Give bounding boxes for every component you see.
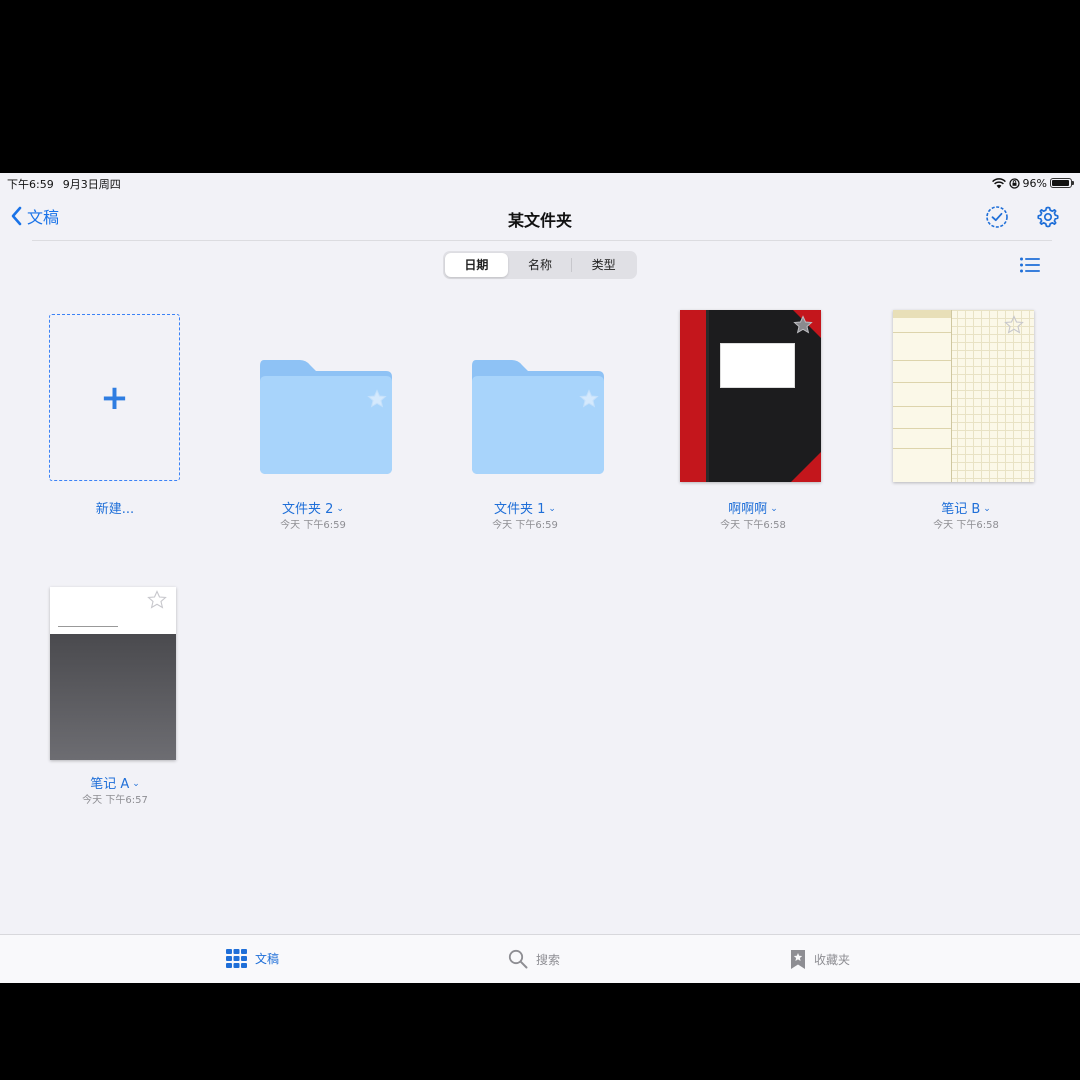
- star-icon[interactable]: [147, 590, 167, 610]
- status-bar-left: 下午6:59 9月3日周四: [7, 176, 121, 192]
- item-date: 今天 下午6:59: [280, 520, 346, 531]
- search-icon: [508, 949, 528, 969]
- item-date: 今天 下午6:58: [720, 520, 786, 531]
- folder-name: 文件夹 1: [494, 502, 546, 517]
- sort-option-name[interactable]: 名称: [509, 253, 572, 277]
- new-document-item[interactable]: + 新建...: [15, 308, 185, 517]
- notebook-label: 笔记 A ⌄: [30, 773, 200, 792]
- tab-favorites-label: 收藏夹: [814, 953, 851, 967]
- settings-button[interactable]: [1036, 205, 1060, 229]
- chevron-down-icon[interactable]: ⌄: [548, 504, 556, 514]
- notebook-cover-gray: [50, 587, 176, 760]
- chevron-down-icon[interactable]: ⌄: [983, 504, 991, 514]
- page-title: 某文件夹: [507, 211, 572, 230]
- folder-name: 文件夹 2: [282, 502, 334, 517]
- sort-option-date[interactable]: 日期: [445, 253, 508, 277]
- item-label: 新建...: [30, 498, 200, 517]
- list-icon: [1020, 257, 1040, 273]
- tab-documents[interactable]: 文稿: [226, 949, 279, 968]
- star-icon[interactable]: [793, 315, 813, 335]
- cover-spine-edge: [706, 310, 709, 482]
- app-screen: 下午6:59 9月3日周四 96% 文稿 某文件夹 日期 名称 类型 + 新建.…: [0, 173, 1080, 983]
- gear-icon: [1037, 206, 1059, 228]
- cover-underline: [58, 626, 118, 627]
- notebook-label: 啊啊啊 ⌄: [668, 498, 838, 517]
- notebook-name: 啊啊啊: [728, 502, 768, 517]
- orientation-lock-icon: [1008, 177, 1020, 189]
- folder-label: 文件夹 2 ⌄: [228, 498, 398, 517]
- star-icon[interactable]: [1004, 315, 1024, 335]
- notebook-item[interactable]: 笔记 B ⌄ 今天 下午6:58: [858, 308, 1034, 531]
- notebook-thumbnail: [645, 308, 821, 488]
- cover-corner: [791, 452, 821, 482]
- sort-segmented-control: 日期 名称 类型: [443, 251, 637, 279]
- cover-top-strip: [893, 310, 951, 318]
- notebook-item[interactable]: 啊啊啊 ⌄ 今天 下午6:58: [645, 308, 821, 531]
- battery-percent: 96%: [1022, 176, 1047, 190]
- notebook-cover-grid: [893, 310, 1034, 482]
- sort-option-type[interactable]: 类型: [572, 253, 635, 277]
- cover-dark-area: [50, 634, 176, 760]
- notebook-thumbnail: [858, 308, 1034, 488]
- new-document-label: 新建...: [95, 502, 135, 517]
- folder-icon: [472, 360, 604, 474]
- status-time: 下午6:59: [7, 178, 54, 191]
- status-date: 9月3日周四: [62, 178, 121, 191]
- folder-label: 文件夹 1 ⌄: [440, 498, 610, 517]
- notebook-name: 笔记 B: [941, 502, 981, 517]
- tab-bar: 文稿 搜索 收藏夹: [0, 934, 1080, 983]
- nav-divider: [32, 240, 1052, 241]
- status-bar-right: 96%: [991, 175, 1074, 191]
- checkmark-circle-icon: [986, 206, 1008, 228]
- notebook-item[interactable]: 笔记 A ⌄ 今天 下午6:57: [15, 583, 185, 806]
- new-document-thumbnail: +: [15, 308, 185, 488]
- tab-search[interactable]: 搜索: [508, 949, 560, 969]
- folder-thumbnail: [228, 308, 398, 488]
- notebook-cover-red: [680, 310, 821, 482]
- star-icon[interactable]: [367, 389, 387, 409]
- chevron-down-icon[interactable]: ⌄: [336, 504, 344, 514]
- folder-item[interactable]: 文件夹 2 ⌄ 今天 下午6:59: [228, 308, 398, 531]
- folder-icon: [260, 360, 392, 474]
- wifi-icon: [991, 177, 1006, 188]
- item-date: 今天 下午6:57: [82, 795, 148, 806]
- star-icon[interactable]: [579, 389, 599, 409]
- bookmark-star-icon: [791, 950, 805, 969]
- folder-thumbnail: [440, 308, 610, 488]
- list-view-button[interactable]: [1019, 256, 1041, 274]
- cover-label: [720, 343, 795, 388]
- chevron-down-icon[interactable]: ⌄: [770, 504, 778, 514]
- grid-icon: [226, 949, 247, 968]
- notebook-thumbnail: [15, 583, 185, 763]
- new-document-box[interactable]: +: [49, 314, 180, 481]
- chevron-down-icon[interactable]: ⌄: [132, 779, 140, 789]
- cover-spine: [680, 310, 706, 482]
- item-date: 今天 下午6:58: [933, 520, 999, 531]
- notebook-name: 笔记 A: [90, 777, 130, 792]
- item-date: 今天 下午6:59: [492, 520, 558, 531]
- tab-favorites[interactable]: 收藏夹: [790, 949, 850, 970]
- folder-item[interactable]: 文件夹 1 ⌄ 今天 下午6:59: [440, 308, 610, 531]
- cover-left-panel: [893, 310, 952, 482]
- tab-search-label: 搜索: [536, 952, 561, 967]
- select-button[interactable]: [985, 205, 1009, 229]
- plus-icon: +: [100, 377, 129, 418]
- battery-icon: [1050, 178, 1074, 188]
- notebook-label: 笔记 B ⌄: [881, 498, 1051, 517]
- tab-documents-label: 文稿: [255, 952, 280, 966]
